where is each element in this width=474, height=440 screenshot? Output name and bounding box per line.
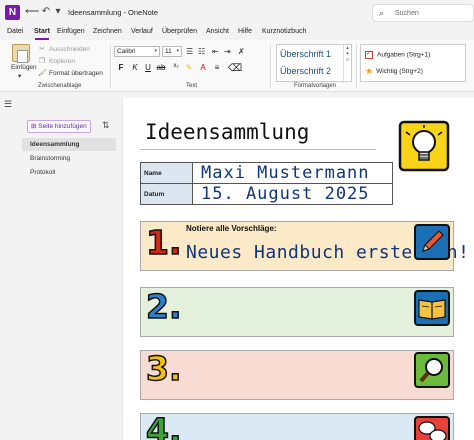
paste-button[interactable]: Einfügen — [11, 64, 37, 71]
undo-icon[interactable]: ↶ — [40, 6, 52, 18]
band-number-4: 4. — [145, 411, 182, 440]
ribbon-separator — [270, 44, 271, 88]
highlight-color-icon[interactable]: ✎ — [184, 63, 194, 72]
page-title[interactable]: Ideensammlung — [145, 120, 309, 144]
decrease-indent-icon[interactable]: ⇤ — [212, 47, 219, 56]
band-heading-1: Notiere alle Vorschläge: — [186, 224, 277, 233]
menu-start[interactable]: Start — [34, 28, 50, 35]
sort-icon[interactable]: ⇅ — [102, 120, 110, 131]
pencil-icon — [414, 224, 450, 260]
tags-gallery[interactable]: Aufgaben (Strg+1) ★Wichtig (Strg+2) — [360, 44, 466, 82]
add-page-label: Seite hinzufügen — [38, 123, 87, 130]
copy-icon: ❐ — [38, 58, 46, 65]
styles-gallery[interactable]: Überschrift 1 Überschrift 2 ▴ ▾ ▿ — [276, 44, 352, 83]
italic-button[interactable]: K — [130, 63, 140, 72]
bold-button[interactable]: F — [116, 63, 126, 72]
book-icon — [414, 290, 450, 326]
tag-todo-label: Aufgaben (Strg+1) — [377, 51, 431, 59]
band-number-2: 2. — [145, 287, 182, 326]
menu-ueberpruefen[interactable]: Überprüfen — [162, 28, 197, 35]
clear-format-icon[interactable]: ✗ — [238, 47, 245, 56]
style-heading-1[interactable]: Überschrift 1 — [280, 49, 331, 59]
date-value[interactable]: 15. August 2025 — [192, 183, 393, 205]
title-underline — [140, 149, 376, 150]
align-icon[interactable]: ≡ — [212, 63, 222, 72]
paste-dropdown-icon[interactable]: ▾ — [18, 72, 21, 80]
underline-button[interactable]: U — [143, 63, 153, 72]
text-group-label: Text — [186, 83, 198, 89]
copy-button[interactable]: ❐ Kopieren — [38, 57, 75, 65]
ribbon-separator — [356, 44, 357, 88]
page-item-protokoll[interactable]: Protokoll — [22, 166, 116, 179]
onenote-logo-icon: N — [5, 5, 20, 20]
increase-indent-icon[interactable]: ⇥ — [224, 47, 231, 56]
title-bar: N ⟵ ↶ ▾ Ideensammlung - OneNote ⌕ Suchen — [0, 0, 474, 26]
menu-hilfe[interactable]: Hilfe — [238, 28, 252, 35]
numbered-list-icon[interactable]: ☷ — [198, 47, 205, 56]
format-painter-label: Format übertragen — [49, 70, 103, 77]
chevron-down-icon: ▾ — [176, 48, 179, 54]
checkbox-icon — [365, 49, 373, 59]
ribbon-separator — [110, 44, 111, 88]
table-row: Datum 15. August 2025 — [140, 183, 393, 205]
date-label: Datum — [140, 183, 193, 205]
menu-ansicht[interactable]: Ansicht — [206, 28, 229, 35]
font-size-value: 11 — [165, 48, 172, 55]
info-table: Name Maxi Mustermann Datum 15. August 20… — [140, 162, 393, 205]
cut-button[interactable]: ✂ Ausschneiden — [38, 45, 90, 53]
copy-label: Kopieren — [49, 58, 76, 65]
bullet-list-icon[interactable]: ☰ — [186, 47, 193, 56]
clipboard-group-label: Zwischenablage — [38, 83, 82, 89]
name-value[interactable]: Maxi Mustermann — [192, 162, 393, 184]
font-name-value: Calibri — [117, 48, 136, 55]
style-heading-2[interactable]: Überschrift 2 — [280, 66, 331, 76]
subscript-button[interactable]: x₂ — [171, 63, 181, 69]
idea-band-2[interactable] — [140, 287, 454, 337]
font-color-icon[interactable]: A — [198, 63, 208, 72]
hamburger-icon[interactable]: ☰ — [4, 99, 12, 110]
menu-verlauf[interactable]: Verlauf — [131, 28, 153, 35]
add-page-button[interactable]: ⊞ Seite hinzufügen — [27, 120, 91, 133]
search-icon: ⌕ — [379, 8, 385, 18]
tag-important[interactable]: ★ Wichtig (Strg+2) — [365, 66, 423, 77]
menu-kurznotizbuch[interactable]: Kurznotizbuch — [262, 28, 306, 35]
styles-group-label: Formatvorlagen — [294, 83, 337, 89]
speech-bubble-icon — [414, 416, 450, 440]
tag-todo[interactable]: Aufgaben (Strg+1) — [365, 49, 431, 59]
paintbrush-icon: 🖌 — [38, 70, 47, 77]
menu-bar: Datei Start Einfügen Zeichnen Verlauf Üb… — [0, 26, 474, 40]
idea-band-4[interactable] — [140, 413, 454, 440]
chevron-down-icon: ▾ — [154, 48, 157, 54]
quick-access-dropdown-icon[interactable]: ▾ — [52, 6, 64, 18]
ribbon: Einfügen ▾ ✂ Ausschneiden ❐ Kopieren 🖌 Form… — [0, 40, 474, 92]
menu-datei[interactable]: Datei — [7, 28, 23, 35]
name-label: Name — [140, 162, 193, 184]
band-number-3: 3. — [145, 349, 182, 388]
styles-scroll[interactable]: ▴ ▾ ▿ — [343, 45, 351, 83]
band-number-1: 1. — [145, 223, 182, 262]
font-name-select[interactable]: Calibri ▾ — [114, 46, 160, 57]
idea-band-3[interactable] — [140, 350, 454, 400]
format-painter-button[interactable]: 🖌 Format übertragen — [38, 69, 103, 77]
table-row: Name Maxi Mustermann — [140, 162, 393, 184]
document-title: Ideensammlung - OneNote — [68, 8, 159, 17]
font-size-select[interactable]: 11 ▾ — [162, 46, 182, 57]
search-placeholder: Suchen — [395, 10, 419, 17]
back-icon[interactable]: ⟵ — [25, 6, 39, 18]
scissors-icon: ✂ — [39, 46, 45, 53]
page-item-brainstorming[interactable]: Brainstorming — [22, 152, 116, 165]
paste-icon[interactable] — [12, 44, 30, 63]
page-item-ideensammlung[interactable]: Ideensammlung — [22, 138, 116, 151]
tag-important-label: Wichtig (Strg+2) — [376, 68, 423, 76]
search-box[interactable]: ⌕ Suchen — [372, 4, 474, 22]
eraser-icon[interactable]: ⌫ — [228, 63, 242, 74]
menu-zeichnen[interactable]: Zeichnen — [93, 28, 122, 35]
lightbulb-icon — [398, 120, 450, 172]
page-list: ⊞ Seite hinzufügen ⇅ Ideensammlung Brain… — [22, 110, 118, 440]
cut-label: Ausschneiden — [49, 46, 90, 53]
menu-einfuegen[interactable]: Einfügen — [57, 28, 85, 35]
star-icon: ★ — [365, 66, 374, 76]
strikethrough-button[interactable]: ab — [156, 63, 166, 72]
magnifier-icon — [414, 352, 450, 388]
